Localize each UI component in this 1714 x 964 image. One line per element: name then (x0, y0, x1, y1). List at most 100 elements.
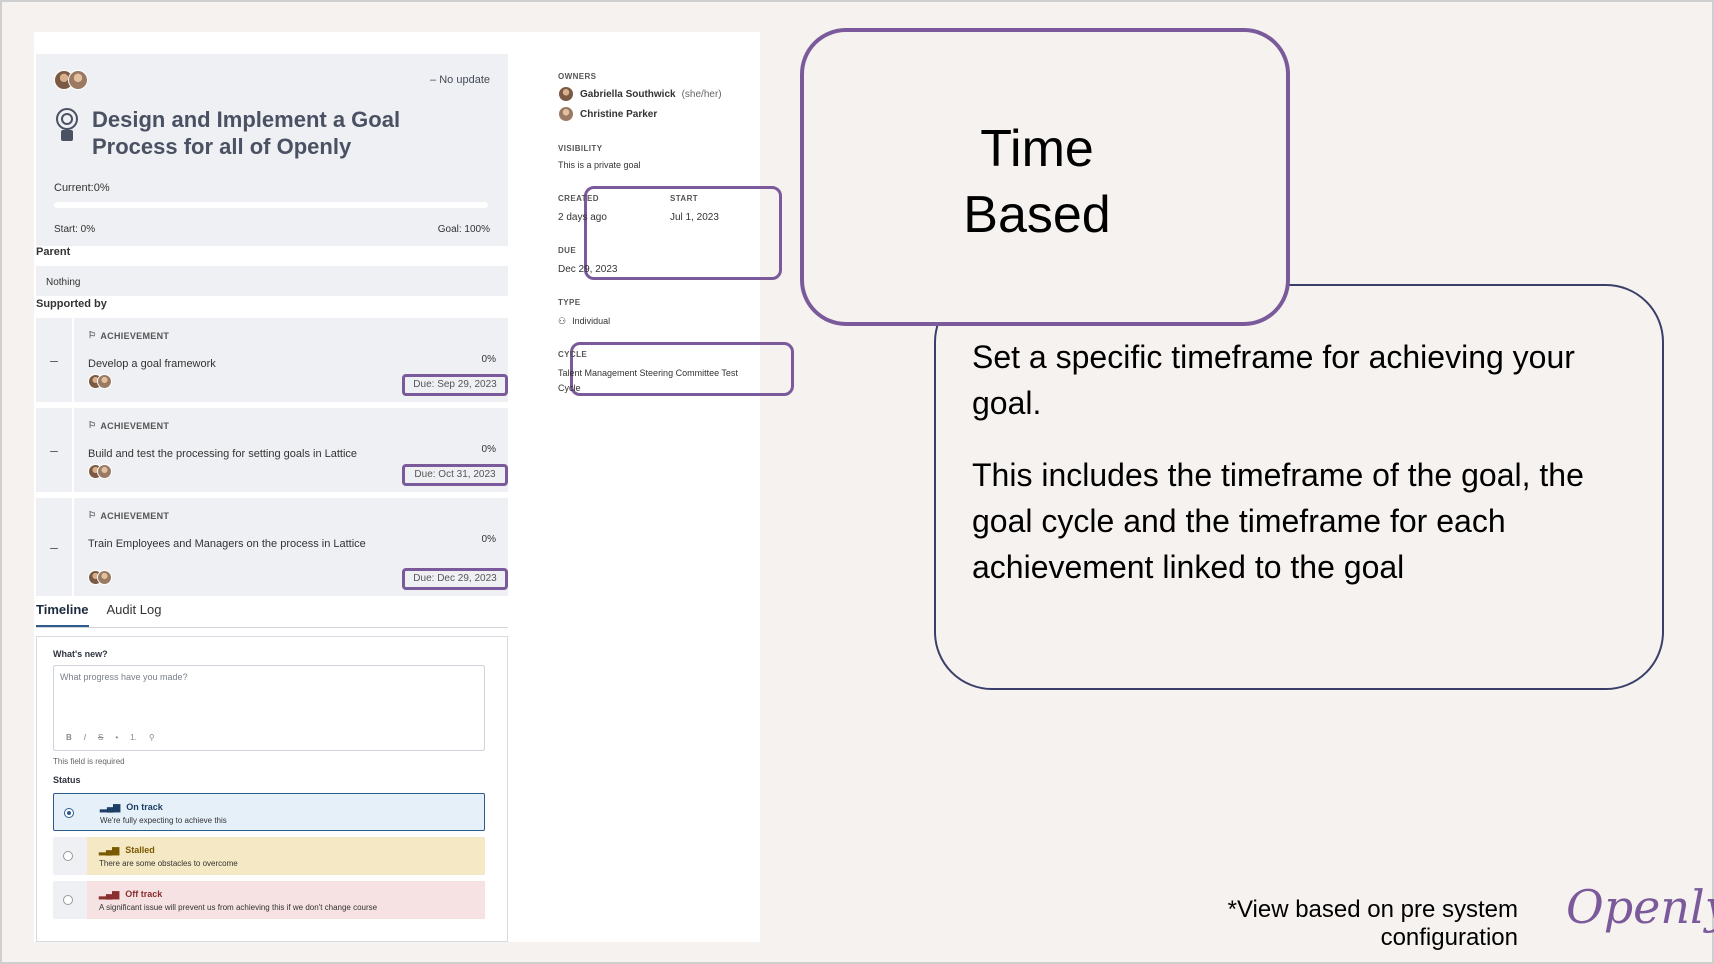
achievement-icon: ⚐ (88, 420, 97, 430)
achievement-kind: ⚐ ACHIEVEMENT (88, 330, 170, 341)
start-value: Start: 0% (54, 224, 96, 235)
status-desc: There are some obstacles to overcome (99, 859, 238, 868)
status-radio[interactable] (63, 895, 73, 905)
goal-screenshot: – No update Design and Implement a Goal … (34, 32, 794, 942)
status-band (87, 837, 485, 875)
progress-bar (54, 202, 488, 208)
start-label: START (670, 194, 699, 203)
achievement-progress: 0% (481, 444, 496, 455)
visibility-label: VISIBILITY (558, 144, 603, 153)
footnote: *View based on pre system configuration (1227, 896, 1518, 951)
link-icon[interactable]: ⚲ (149, 733, 155, 742)
progress-placeholder: What progress have you made? (60, 672, 188, 682)
achievement-avatars (88, 570, 112, 585)
callout-paragraph-1: Set a specific timeframe for achieving y… (972, 339, 1575, 421)
achievement-due-date: Due: Dec 29, 2023 (402, 568, 508, 590)
status-stalled[interactable]: ▂▄▆ Stalled There are some obstacles to o… (53, 837, 485, 875)
type-value: ⚇ Individual (558, 316, 611, 326)
status-radio[interactable] (64, 808, 74, 818)
openly-logo: Openly (1566, 880, 1714, 934)
type-label: TYPE (558, 298, 581, 307)
avatar (97, 570, 112, 585)
achievement-name[interactable]: Develop a goal framework (88, 356, 378, 372)
numbered-list-icon[interactable]: 1. (130, 733, 137, 742)
achievement-progress: 0% (481, 354, 496, 365)
signal-icon: ▂▄▆ (99, 845, 120, 855)
owner-item[interactable]: Christine Parker (558, 106, 657, 122)
cycle-label: CYCLE (558, 350, 588, 359)
start-date: Jul 1, 2023 (670, 212, 719, 223)
achievement-avatars (88, 464, 112, 479)
status-on-track[interactable]: ▂▄▆ On track We're fully expecting to ach… (53, 793, 485, 831)
achievement-name[interactable]: Train Employees and Managers on the proc… (88, 536, 378, 552)
status-label: Status (53, 775, 81, 785)
tab-bar: Timeline Audit Log (36, 602, 508, 628)
update-form: What's new? What progress have you made?… (36, 636, 508, 942)
signal-icon: ▂▄▆ (100, 802, 121, 812)
tab-audit-log[interactable]: Audit Log (107, 602, 162, 627)
parent-label: Parent (36, 246, 71, 258)
avatar (97, 374, 112, 389)
status-off-track[interactable]: ▂▄▆ Off track A significant issue will pr… (53, 881, 485, 919)
status-title: ▂▄▆ Stalled (99, 845, 155, 855)
status-title: ▂▄▆ On track (100, 802, 163, 812)
collapse-button[interactable]: – (36, 318, 74, 402)
parent-box[interactable]: Nothing (36, 266, 508, 296)
italic-icon[interactable]: I (84, 733, 86, 742)
supported-item[interactable]: – ⚐ ACHIEVEMENT Build and test the proces… (36, 408, 508, 492)
goal-card: – No update Design and Implement a Goal … (36, 54, 508, 246)
achievement-due-date: Due: Sep 29, 2023 (402, 374, 508, 396)
visibility-value: This is a private goal (558, 160, 641, 170)
achievement-icon: ⚐ (88, 510, 97, 520)
avatar (558, 106, 574, 122)
parent-value: Nothing (46, 277, 81, 288)
format-toolbar: B I S • 1. ⚲ (66, 733, 155, 742)
callout-paragraph-2: This includes the timeframe of the goal,… (972, 457, 1584, 585)
collapse-button[interactable]: – (36, 408, 74, 492)
achievement-progress: 0% (481, 534, 496, 545)
status-band (87, 881, 485, 919)
created-value: 2 days ago (558, 212, 607, 223)
status-radio[interactable] (63, 851, 73, 861)
owners-label: OWNERS (558, 72, 597, 81)
achievement-name[interactable]: Build and test the processing for settin… (88, 446, 428, 462)
goal-target-icon (56, 108, 78, 141)
achievement-due-date: Due: Oct 31, 2023 (402, 464, 508, 486)
bullet-list-icon[interactable]: • (115, 733, 118, 742)
status-desc: We're fully expecting to achieve this (100, 816, 227, 825)
supported-by-label: Supported by (36, 298, 107, 310)
achievement-avatars (88, 374, 112, 389)
status-title: ▂▄▆ Off track (99, 889, 163, 899)
page-title: Design and Implement a Goal Process for … (92, 107, 401, 159)
achievement-icon: ⚐ (88, 330, 97, 340)
whats-new-label: What's new? (53, 649, 108, 659)
signal-icon: ▂▄▆ (99, 889, 120, 899)
status-desc: A significant issue will prevent us from… (99, 903, 378, 912)
due-label: DUE (558, 246, 577, 255)
callout-title: Time Based (963, 120, 1111, 244)
supported-item[interactable]: – ⚐ ACHIEVEMENT Train Employees and Manag… (36, 498, 508, 596)
required-hint: This field is required (53, 757, 125, 766)
created-label: CREATED (558, 194, 599, 203)
avatar (558, 86, 574, 102)
tab-timeline[interactable]: Timeline (36, 602, 89, 627)
avatar (68, 70, 88, 90)
person-icon: ⚇ (558, 316, 567, 326)
cycle-value[interactable]: Talent Management Steering Committee Tes… (558, 366, 758, 396)
bold-icon[interactable]: B (66, 733, 72, 742)
description-callout: Set a specific timeframe for achieving y… (934, 284, 1664, 690)
supported-item[interactable]: – ⚐ ACHIEVEMENT Develop a goal framework … (36, 318, 508, 402)
owner-avatars (54, 70, 88, 90)
owner-item[interactable]: Gabriella Southwick (she/her) (558, 86, 722, 102)
collapse-button[interactable]: – (36, 498, 74, 596)
achievement-kind: ⚐ ACHIEVEMENT (88, 510, 170, 521)
strikethrough-icon[interactable]: S (98, 733, 103, 742)
achievement-kind: ⚐ ACHIEVEMENT (88, 420, 170, 431)
goal-value: Goal: 100% (437, 224, 490, 235)
title-callout: Time Based (800, 28, 1290, 326)
update-status: – No update (430, 74, 490, 86)
current-progress: Current:0% (54, 182, 110, 194)
progress-input[interactable]: What progress have you made? B I S • 1. … (53, 665, 485, 751)
avatar (97, 464, 112, 479)
due-date: Dec 29, 2023 (558, 264, 618, 275)
